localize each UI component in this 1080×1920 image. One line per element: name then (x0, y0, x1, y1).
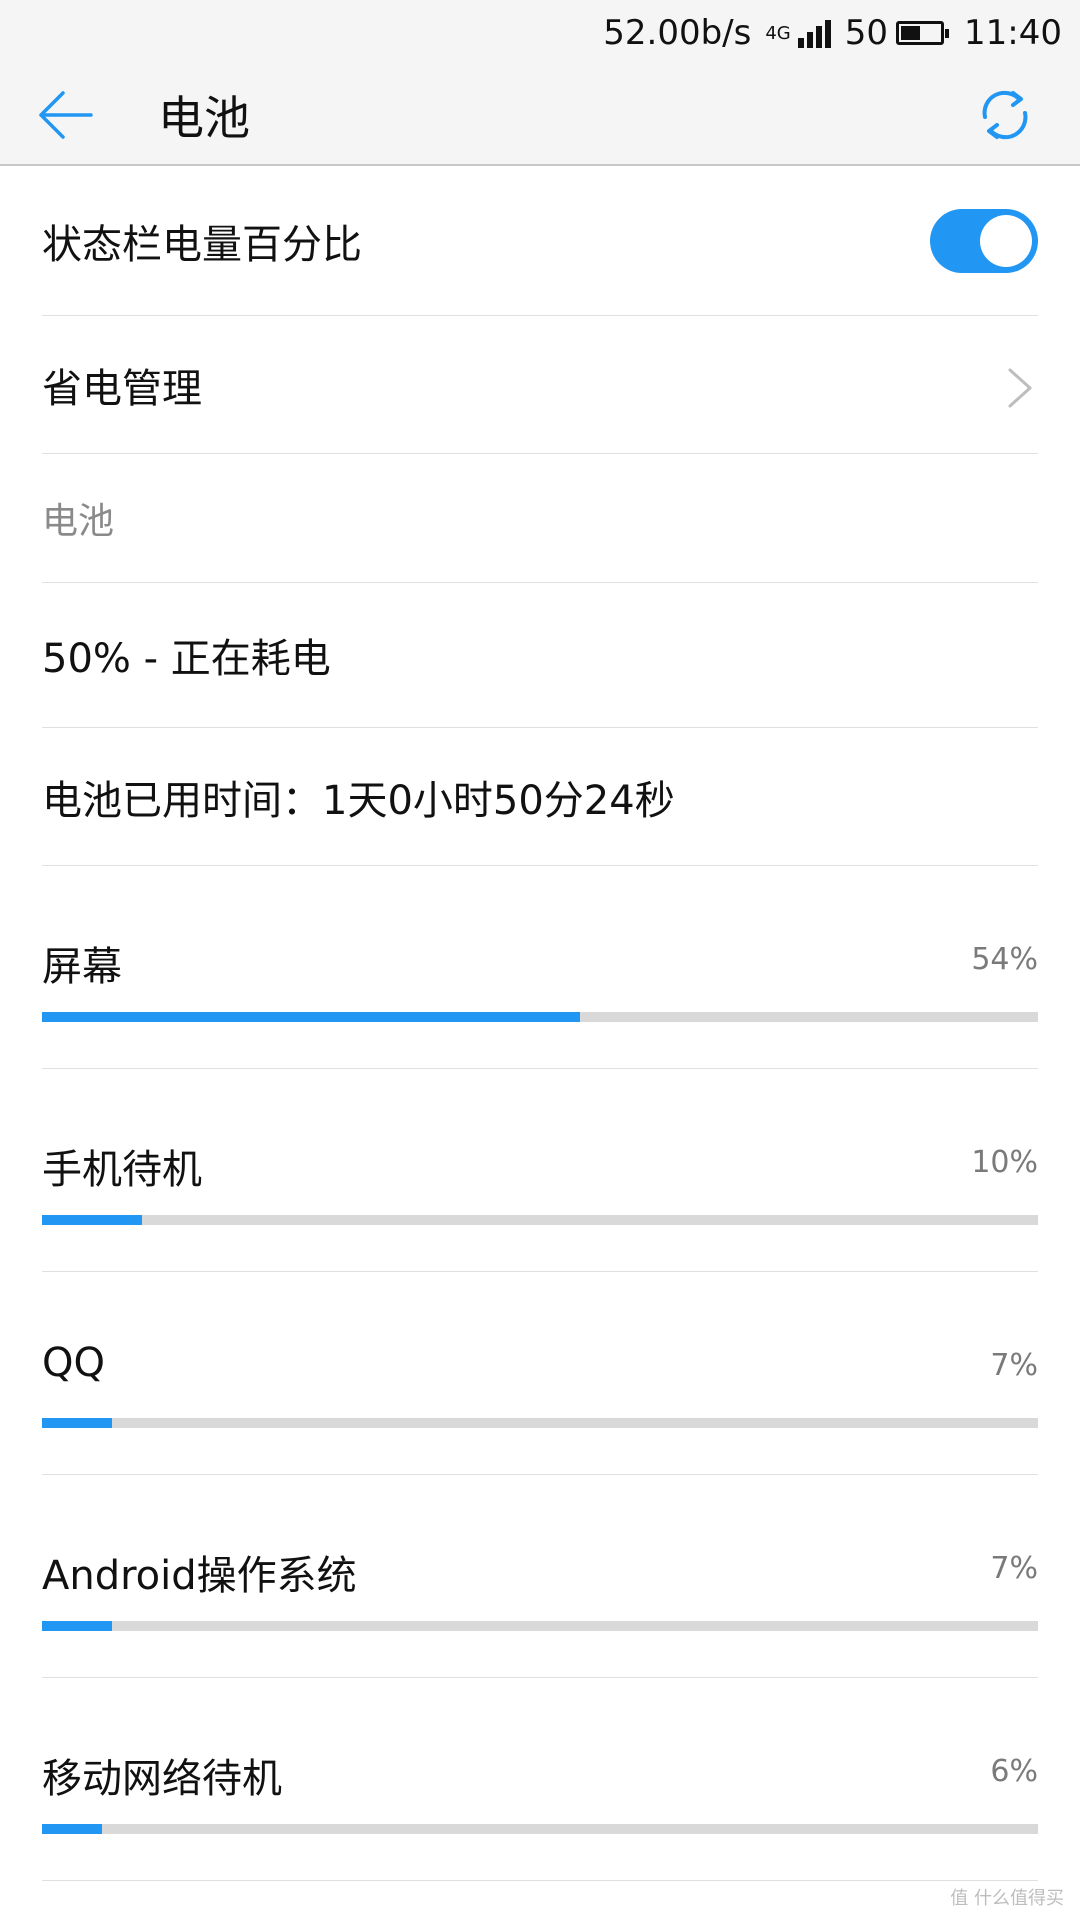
usage-bar-track (42, 1012, 1038, 1022)
battery-percentage-toggle[interactable] (930, 209, 1038, 273)
usage-bar-fill (42, 1824, 102, 1834)
app-bar: 电池 (0, 66, 1080, 166)
battery-status: 50% - 正在耗电 (42, 636, 331, 682)
usage-item-percent: 7% (990, 1348, 1038, 1383)
network-type: 4G (765, 22, 791, 44)
arrow-left-icon (39, 91, 93, 139)
usage-item[interactable]: Android操作系统 7% (42, 1475, 1038, 1678)
usage-bar-track (42, 1215, 1038, 1225)
usage-bar-fill (42, 1621, 112, 1631)
power-saving-row[interactable]: 省电管理 (42, 316, 1038, 454)
usage-item-name: 移动网络待机 (42, 1756, 282, 1802)
battery-used-time: 电池已用时间：1天0小时50分24秒 (42, 777, 675, 824)
usage-bar-fill (42, 1418, 112, 1428)
battery-level-text: 50 (844, 13, 889, 53)
refresh-icon (982, 90, 1028, 140)
battery-section-header: 电池 (42, 454, 1038, 583)
usage-item-name: 屏幕 (42, 944, 122, 990)
settings-list: 状态栏电量百分比 省电管理 电池 50% - 正在耗电 电池已用时间：1天0小时… (0, 166, 1080, 1881)
usage-bar-fill (42, 1012, 580, 1022)
signal-icon (795, 18, 831, 48)
battery-percentage-row[interactable]: 状态栏电量百分比 (42, 166, 1038, 316)
battery-used-time-row: 电池已用时间：1天0小时50分24秒 (42, 728, 1038, 866)
usage-item-name: Android操作系统 (42, 1553, 357, 1599)
network-speed: 52.00b/s (603, 13, 752, 53)
usage-item-name: QQ (42, 1340, 105, 1386)
page-title: 电池 (158, 91, 250, 145)
usage-item[interactable]: 移动网络待机 6% (42, 1678, 1038, 1881)
usage-item-name: 手机待机 (42, 1147, 202, 1193)
watermark: 值 什么值得买 (950, 1888, 1064, 1909)
power-saving-label: 省电管理 (42, 365, 202, 412)
usage-item-percent: 54% (971, 942, 1038, 977)
battery-status-row: 50% - 正在耗电 (42, 583, 1038, 728)
refresh-button[interactable] (970, 80, 1040, 150)
usage-bar-track (42, 1824, 1038, 1834)
usage-item[interactable]: 手机待机 10% (42, 1069, 1038, 1272)
usage-item-percent: 10% (971, 1145, 1038, 1180)
status-bar: 52.00b/s 4G 50 11:40 (0, 0, 1080, 66)
battery-icon (896, 21, 950, 45)
chevron-right-icon (1008, 368, 1032, 408)
usage-item-percent: 7% (990, 1551, 1038, 1586)
usage-item[interactable]: QQ 7% (42, 1272, 1038, 1475)
battery-percentage-label: 状态栏电量百分比 (42, 221, 362, 268)
usage-item[interactable]: 屏幕 54% (42, 866, 1038, 1069)
clock: 11:40 (964, 13, 1062, 53)
usage-bar-fill (42, 1215, 142, 1225)
usage-item-percent: 6% (990, 1754, 1038, 1789)
back-button[interactable] (30, 80, 100, 150)
toggle-knob (980, 215, 1032, 267)
usage-bar-track (42, 1418, 1038, 1428)
usage-bar-track (42, 1621, 1038, 1631)
section-title: 电池 (42, 501, 115, 542)
